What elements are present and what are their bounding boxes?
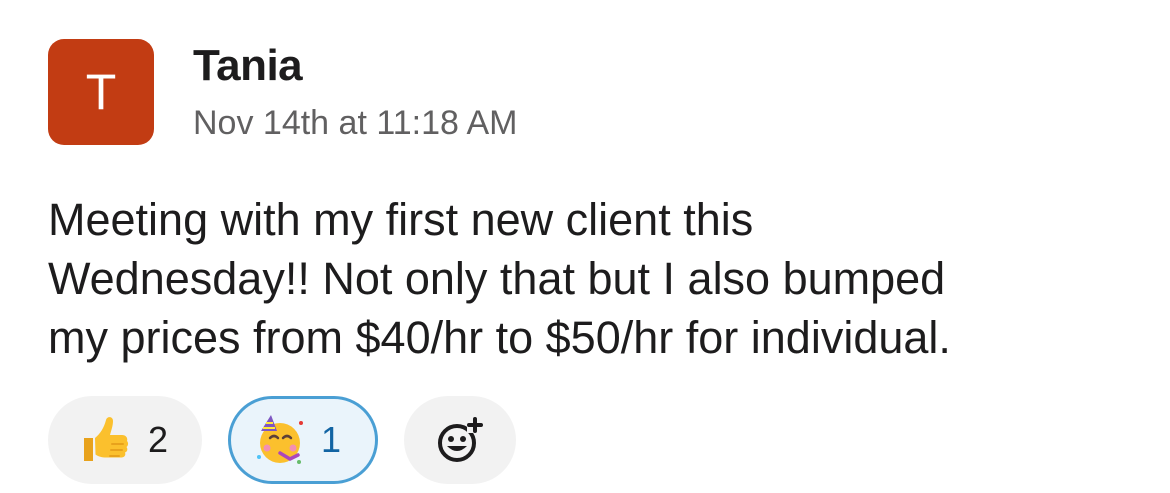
add-reaction-button[interactable]	[404, 396, 516, 484]
reaction-partying-face[interactable]: 1	[228, 396, 378, 484]
reactions-bar: 2 1	[48, 394, 542, 486]
reaction-count: 2	[148, 419, 169, 460]
message-line: Meeting with my first new client this	[48, 194, 754, 245]
message-line: Wednesday!! Not only that but I also bum…	[48, 253, 946, 304]
reaction-count: 1	[321, 419, 342, 460]
add-reaction-icon	[438, 417, 483, 462]
message-line: my prices from $40/hr to $50/hr for indi…	[48, 312, 951, 363]
reaction-thumbs-up[interactable]: 2	[48, 396, 202, 484]
avatar[interactable]: T	[48, 39, 154, 145]
author-name[interactable]: Tania	[193, 44, 303, 88]
message-timestamp[interactable]: Nov 14th at 11:18 AM	[193, 106, 517, 140]
message-body: Meeting with my first new client this We…	[48, 190, 1148, 367]
avatar-letter: T	[85, 64, 117, 120]
thumbs-up-icon	[84, 417, 129, 461]
partying-face-icon	[257, 415, 303, 464]
